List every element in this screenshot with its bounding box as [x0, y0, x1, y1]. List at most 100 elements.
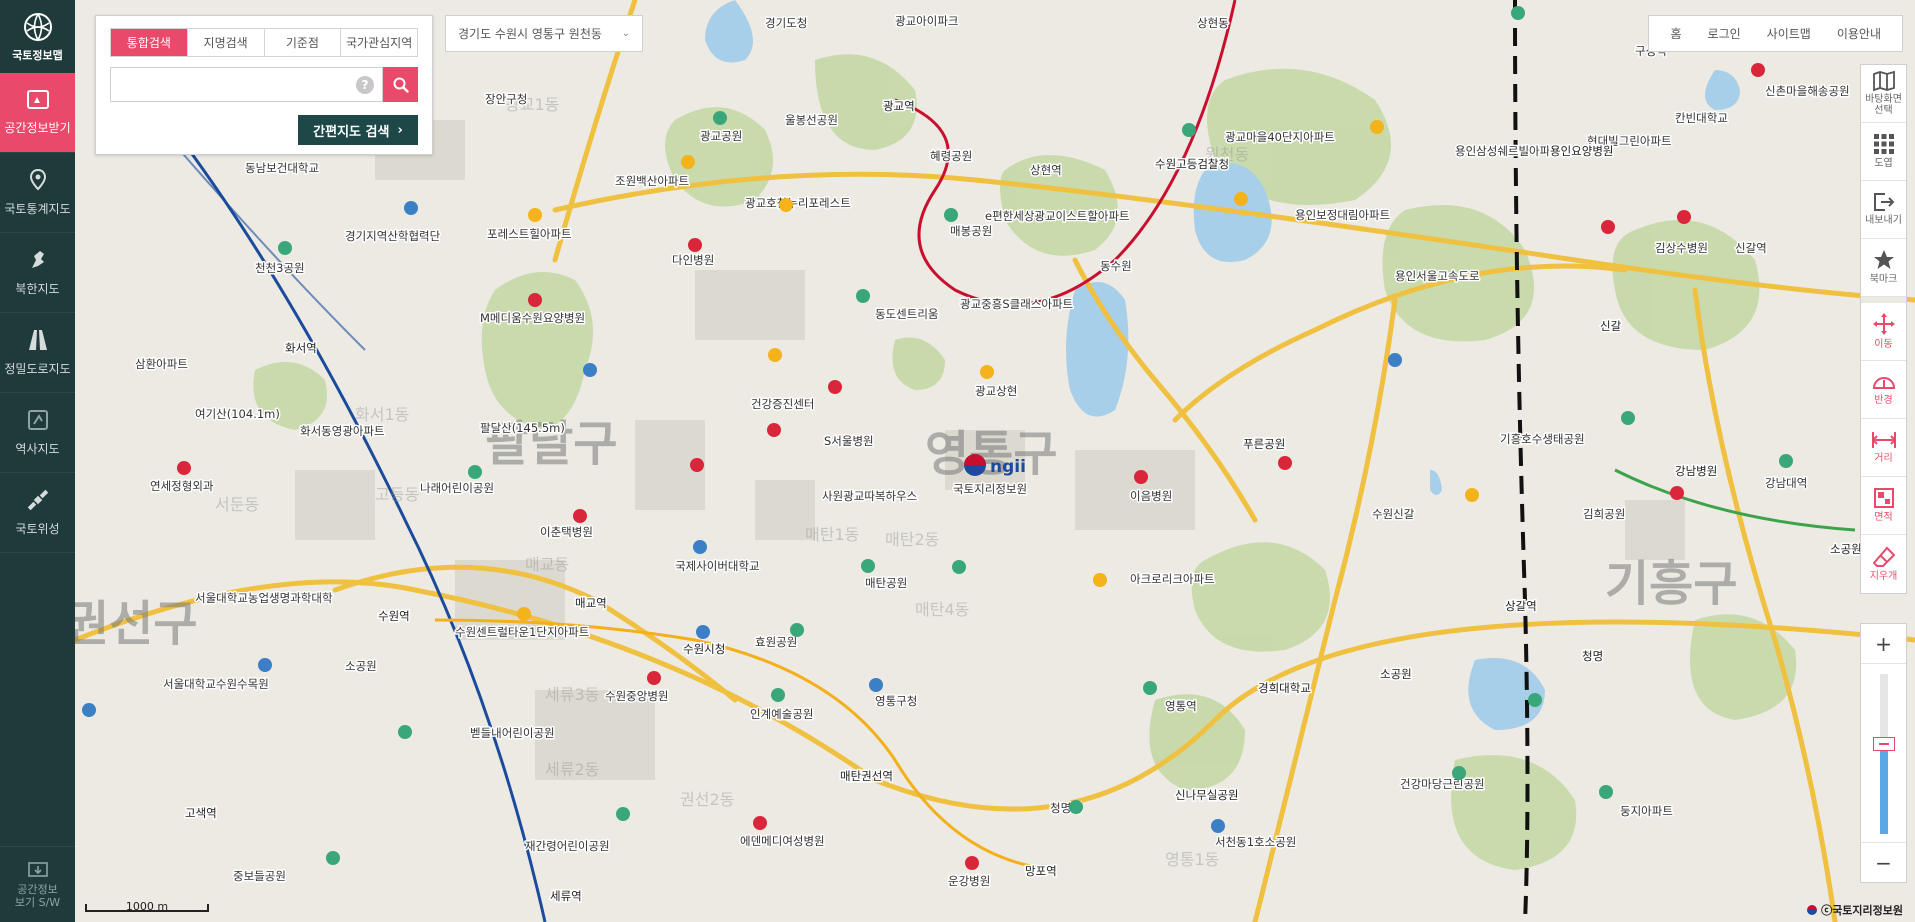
- logo[interactable]: 국토정보맵: [0, 0, 75, 73]
- sidebar-item-history-map[interactable]: 역사지도: [0, 393, 75, 473]
- svg-text:서천동1호소공원: 서천동1호소공원: [1215, 835, 1296, 849]
- radius-button[interactable]: 반경: [1861, 361, 1906, 419]
- nav-login-link[interactable]: 로그인: [1695, 25, 1754, 42]
- sidebar-item-label: 정밀도로지도: [4, 362, 71, 376]
- nav-home-link[interactable]: 홈: [1657, 25, 1694, 42]
- svg-text:수원센트럴타운1단지아파트: 수원센트럴타운1단지아파트: [455, 625, 589, 639]
- sidebar-item-label: 역사지도: [15, 442, 60, 456]
- svg-text:매탄공원: 매탄공원: [865, 576, 907, 590]
- svg-text:화서동영광아파트: 화서동영광아파트: [300, 424, 385, 438]
- svg-text:고색역: 고색역: [185, 806, 217, 820]
- svg-text:에덴메디여성병원: 에덴메디여성병원: [740, 834, 825, 848]
- svg-text:울봉선공원: 울봉선공원: [785, 113, 838, 127]
- svg-text:이춘택병원: 이춘택병원: [540, 525, 593, 539]
- zoom-slider-handle[interactable]: [1873, 737, 1895, 752]
- chevron-down-icon: ⌄: [621, 28, 630, 39]
- ngii-emblem-icon: [1807, 905, 1818, 915]
- dong-label: 권선2동: [680, 790, 734, 809]
- basemap-select-button[interactable]: 바탕화면 선택: [1861, 65, 1906, 123]
- tab-integrated-search[interactable]: 통합검색: [111, 29, 188, 56]
- search-panel: 통합검색 지명검색 기준점 국가관심지역 ? 간편지도 검색 ›: [95, 15, 433, 155]
- svg-text:수원신갈: 수원신갈: [1372, 507, 1415, 521]
- toolbar-label: 반경: [1874, 395, 1893, 407]
- tab-place-search[interactable]: 지명검색: [188, 29, 265, 56]
- sidebar-item-precise-road[interactable]: 정밀도로지도: [0, 313, 75, 393]
- dong-label: 영통1동: [1165, 850, 1219, 869]
- svg-text:장안구청: 장안구청: [485, 92, 527, 106]
- svg-text:동남보건대학교: 동남보건대학교: [245, 161, 319, 175]
- area-button[interactable]: 면적: [1861, 477, 1906, 535]
- svg-text:S서울병원: S서울병원: [824, 434, 874, 448]
- dong-label: 서둔동: [215, 495, 259, 514]
- export-button[interactable]: 내보내기: [1861, 181, 1906, 239]
- radius-icon: [1872, 377, 1895, 390]
- eraser-button[interactable]: 지우개: [1861, 535, 1906, 593]
- toolbar-label: 내보내기: [1865, 215, 1902, 227]
- sidebar-item-label: 국토위성: [15, 522, 60, 536]
- distance-button[interactable]: 거리: [1861, 419, 1906, 477]
- svg-text:광교중흥S클래스아파트: 광교중흥S클래스아파트: [960, 297, 1073, 311]
- svg-text:중보들공원: 중보들공원: [233, 869, 286, 883]
- zoom-in-button[interactable]: +: [1861, 624, 1906, 664]
- toolbar-label: 이동: [1874, 339, 1893, 351]
- search-row: ?: [110, 67, 418, 102]
- svg-text:수원중앙병원: 수원중앙병원: [605, 689, 668, 703]
- nav-guide-link[interactable]: 이용안내: [1824, 25, 1894, 42]
- sidebar-item-satellite[interactable]: 국토위성: [0, 473, 75, 553]
- map-doc-icon: [26, 90, 49, 109]
- tab-national-interest-area[interactable]: 국가관심지역: [341, 29, 417, 56]
- svg-text:용인서울고속도로: 용인서울고속도로: [1395, 269, 1480, 283]
- svg-text:신촌마을해송공원: 신촌마을해송공원: [1765, 84, 1850, 98]
- help-icon[interactable]: ?: [356, 75, 374, 94]
- svg-text:e편한세상광교이스트할아파트: e편한세상광교이스트할아파트: [985, 209, 1130, 223]
- grid-icon: [1873, 134, 1894, 155]
- svg-text:운강병원: 운강병원: [948, 874, 990, 888]
- svg-text:소공원: 소공원: [1380, 667, 1412, 681]
- zoom-slider-track[interactable]: [1880, 674, 1888, 834]
- dong-label: 세류3동: [545, 685, 599, 704]
- svg-text:동수원: 동수원: [1100, 259, 1132, 273]
- satellite-icon: [27, 489, 48, 511]
- bookmark-button[interactable]: 북마크: [1861, 239, 1906, 297]
- toolbar-label: 바탕화면 선택: [1865, 93, 1902, 117]
- tab-control-point[interactable]: 기준점: [265, 29, 342, 56]
- svg-text:상현역: 상현역: [1030, 163, 1062, 177]
- zoom-out-button[interactable]: −: [1861, 842, 1906, 882]
- svg-text:용인삼성쉐르빌아파트: 용인삼성쉐르빌아파트: [1455, 144, 1561, 158]
- road-icon: [28, 330, 47, 350]
- globe-icon: [23, 12, 52, 42]
- svg-text:국토지리정보원: 국토지리정보원: [953, 482, 1027, 496]
- nav-sitemap-link[interactable]: 사이트맵: [1754, 25, 1824, 42]
- svg-text:천천3공원: 천천3공원: [255, 261, 305, 275]
- svg-text:경희대학교: 경희대학교: [1258, 681, 1311, 695]
- sidebar-item-spatial-download[interactable]: 공간정보받기: [0, 73, 75, 153]
- svg-text:포레스트힐아파트: 포레스트힐아파트: [487, 227, 572, 241]
- svg-text:건강마당근린공원: 건강마당근린공원: [1400, 777, 1485, 791]
- map-toolbar: 바탕화면 선택 도엽 내보내기 북마크 이동 반경 거리 면적 지우개: [1860, 64, 1907, 594]
- svg-text:세류역: 세류역: [550, 889, 582, 903]
- history-map-icon: [27, 410, 48, 430]
- search-button[interactable]: [383, 67, 418, 102]
- svg-text:강남대역: 강남대역: [1765, 476, 1807, 490]
- copyright: ⓒ국토지리정보원: [1807, 902, 1903, 918]
- quick-map-search-button[interactable]: 간편지도 검색 ›: [298, 115, 418, 145]
- sidebar-item-stats-map[interactable]: 국토통계지도: [0, 153, 75, 233]
- svg-text:건강증진센터: 건강증진센터: [751, 397, 814, 411]
- map-sheet-button[interactable]: 도엽: [1861, 123, 1906, 181]
- svg-text:매탄권선역: 매탄권선역: [840, 769, 893, 783]
- zoom-slider-fill: [1880, 744, 1888, 834]
- district-label: 권선구: [75, 596, 197, 652]
- star-icon: [1873, 250, 1894, 270]
- spatial-sw-link[interactable]: 공간정보 보기 S/W: [0, 846, 75, 922]
- pan-button[interactable]: 이동: [1861, 303, 1906, 361]
- search-input[interactable]: ?: [110, 67, 383, 102]
- search-tabs: 통합검색 지명검색 기준점 국가관심지역: [110, 28, 418, 57]
- quick-map-search-label: 간편지도 검색: [313, 124, 390, 140]
- app-root: 국토정보맵 공간정보받기 국토통계지도 북한지도 정밀도로지도 역사지도 국토위…: [0, 0, 1915, 922]
- sidebar-item-north-korea[interactable]: 북한지도: [0, 233, 75, 313]
- location-dropdown[interactable]: 경기도 수원시 영통구 원천동 ⌄: [445, 15, 643, 52]
- svg-text:소공원: 소공원: [345, 659, 377, 673]
- logo-label: 국토정보맵: [12, 48, 63, 62]
- scale-label: 1000 m: [125, 900, 169, 913]
- distance-icon: [1871, 432, 1896, 449]
